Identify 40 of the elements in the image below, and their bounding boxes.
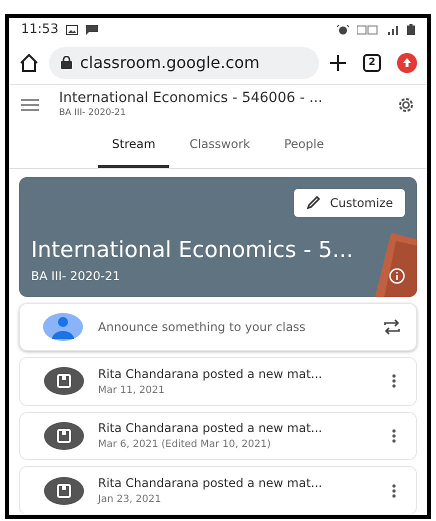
tab-count[interactable]: 2 xyxy=(363,54,381,72)
pencil-icon xyxy=(306,196,322,210)
post-card[interactable]: Rita Chandarana posted a new mat... Jan 23, 2021 xyxy=(19,466,417,515)
tab[interactable]: Stream xyxy=(98,123,170,168)
announce-field[interactable]: Announce something to your class xyxy=(19,302,417,351)
banner-subtitle: BA III- 2020-21 xyxy=(31,268,120,285)
material-icon xyxy=(44,367,84,396)
plus-icon[interactable] xyxy=(329,54,347,72)
customize-button[interactable]: Customize xyxy=(294,189,405,218)
settings-icon[interactable] xyxy=(397,96,415,114)
post-title: Rita Chandarana posted a new mat... xyxy=(98,475,324,492)
tab[interactable]: Classwork xyxy=(175,123,264,168)
post-title: Rita Chandarana posted a new mat... xyxy=(98,366,324,383)
post-card[interactable]: Rita Chandarana posted a new mat... Mar 11, 2021 xyxy=(19,356,417,406)
banner-title: International Economics - 5... xyxy=(31,236,354,265)
signal-icon xyxy=(387,24,399,35)
material-icon xyxy=(44,422,84,450)
avatar-icon xyxy=(43,312,83,341)
address-bar[interactable]: classroom.google.com xyxy=(49,46,319,79)
class-title: International Economics - 546006 - ... xyxy=(59,90,324,107)
home-icon[interactable] xyxy=(19,54,39,72)
battery-icon xyxy=(407,24,415,36)
info-icon[interactable] xyxy=(389,268,405,284)
lock-icon xyxy=(61,56,72,70)
post-date: Mar 6, 2021 (Edited Mar 10, 2021) xyxy=(98,438,272,452)
repost-icon[interactable] xyxy=(383,318,401,335)
post-date: Jan 23, 2021 xyxy=(98,493,162,508)
menu-icon[interactable] xyxy=(21,98,39,111)
material-icon xyxy=(44,476,84,505)
alarm-icon xyxy=(337,24,349,35)
post-date: Mar 11, 2021 xyxy=(98,384,166,398)
post-title: Rita Chandarana posted a new mat... xyxy=(98,420,324,438)
chat-icon xyxy=(86,24,98,35)
status-time: 11:53 xyxy=(21,21,58,40)
class-subtitle: BA III- 2020-21 xyxy=(59,106,127,120)
image-icon xyxy=(66,24,78,35)
update-icon[interactable] xyxy=(397,52,417,73)
url-text: classroom.google.com xyxy=(80,52,260,74)
tab[interactable]: People xyxy=(270,123,338,168)
post-card[interactable]: Rita Chandarana posted a new mat... Mar 6, 2021 (Edited Mar 10, 2021) xyxy=(19,412,417,460)
